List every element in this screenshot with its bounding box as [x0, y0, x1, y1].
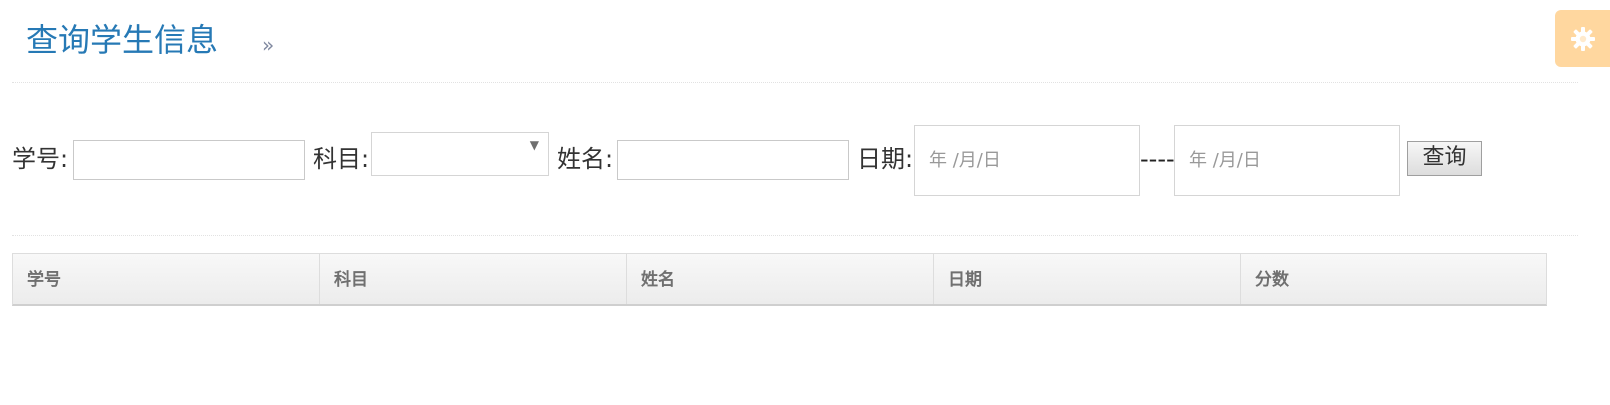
subject-select[interactable]: ▼ [371, 132, 549, 176]
page: 查询学生信息 » 学号: 科目: ▼ 姓名: 日期: 年 /月/日 ---- 年… [0, 0, 1610, 405]
date-start-placeholder: 年 /月/日 [929, 150, 1001, 171]
column-header-date[interactable]: 日期 [934, 254, 1241, 304]
query-button[interactable]: 查询 [1407, 141, 1482, 176]
date-separator: ---- [1140, 145, 1175, 173]
chevron-down-icon: ▼ [529, 138, 539, 152]
page-title: 查询学生信息 [26, 21, 219, 59]
date-label: 日期: [857, 145, 914, 173]
name-input[interactable] [617, 140, 849, 180]
search-form: 学号: 科目: ▼ 姓名: 日期: 年 /月/日 ---- 年 /月/日 查询 [0, 120, 1610, 210]
date-end-placeholder: 年 /月/日 [1189, 150, 1261, 171]
date-start-input[interactable]: 年 /月/日 [914, 125, 1140, 196]
student-id-label: 学号: [12, 145, 69, 173]
subject-label: 科目: [313, 145, 370, 173]
column-header-student-id[interactable]: 学号 [13, 254, 320, 304]
page-header: 查询学生信息 » [12, 10, 1578, 83]
settings-button[interactable] [1555, 10, 1610, 67]
column-header-subject[interactable]: 科目 [320, 254, 627, 304]
divider [12, 235, 1578, 236]
column-header-score[interactable]: 分数 [1241, 254, 1546, 304]
column-header-name[interactable]: 姓名 [627, 254, 934, 304]
breadcrumb-chevron: » [262, 33, 275, 57]
date-end-input[interactable]: 年 /月/日 [1174, 125, 1400, 196]
gear-icon [1570, 26, 1595, 51]
name-label: 姓名: [557, 145, 614, 173]
student-id-input[interactable] [73, 140, 305, 180]
results-table-header: 学号 科目 姓名 日期 分数 [12, 253, 1547, 306]
